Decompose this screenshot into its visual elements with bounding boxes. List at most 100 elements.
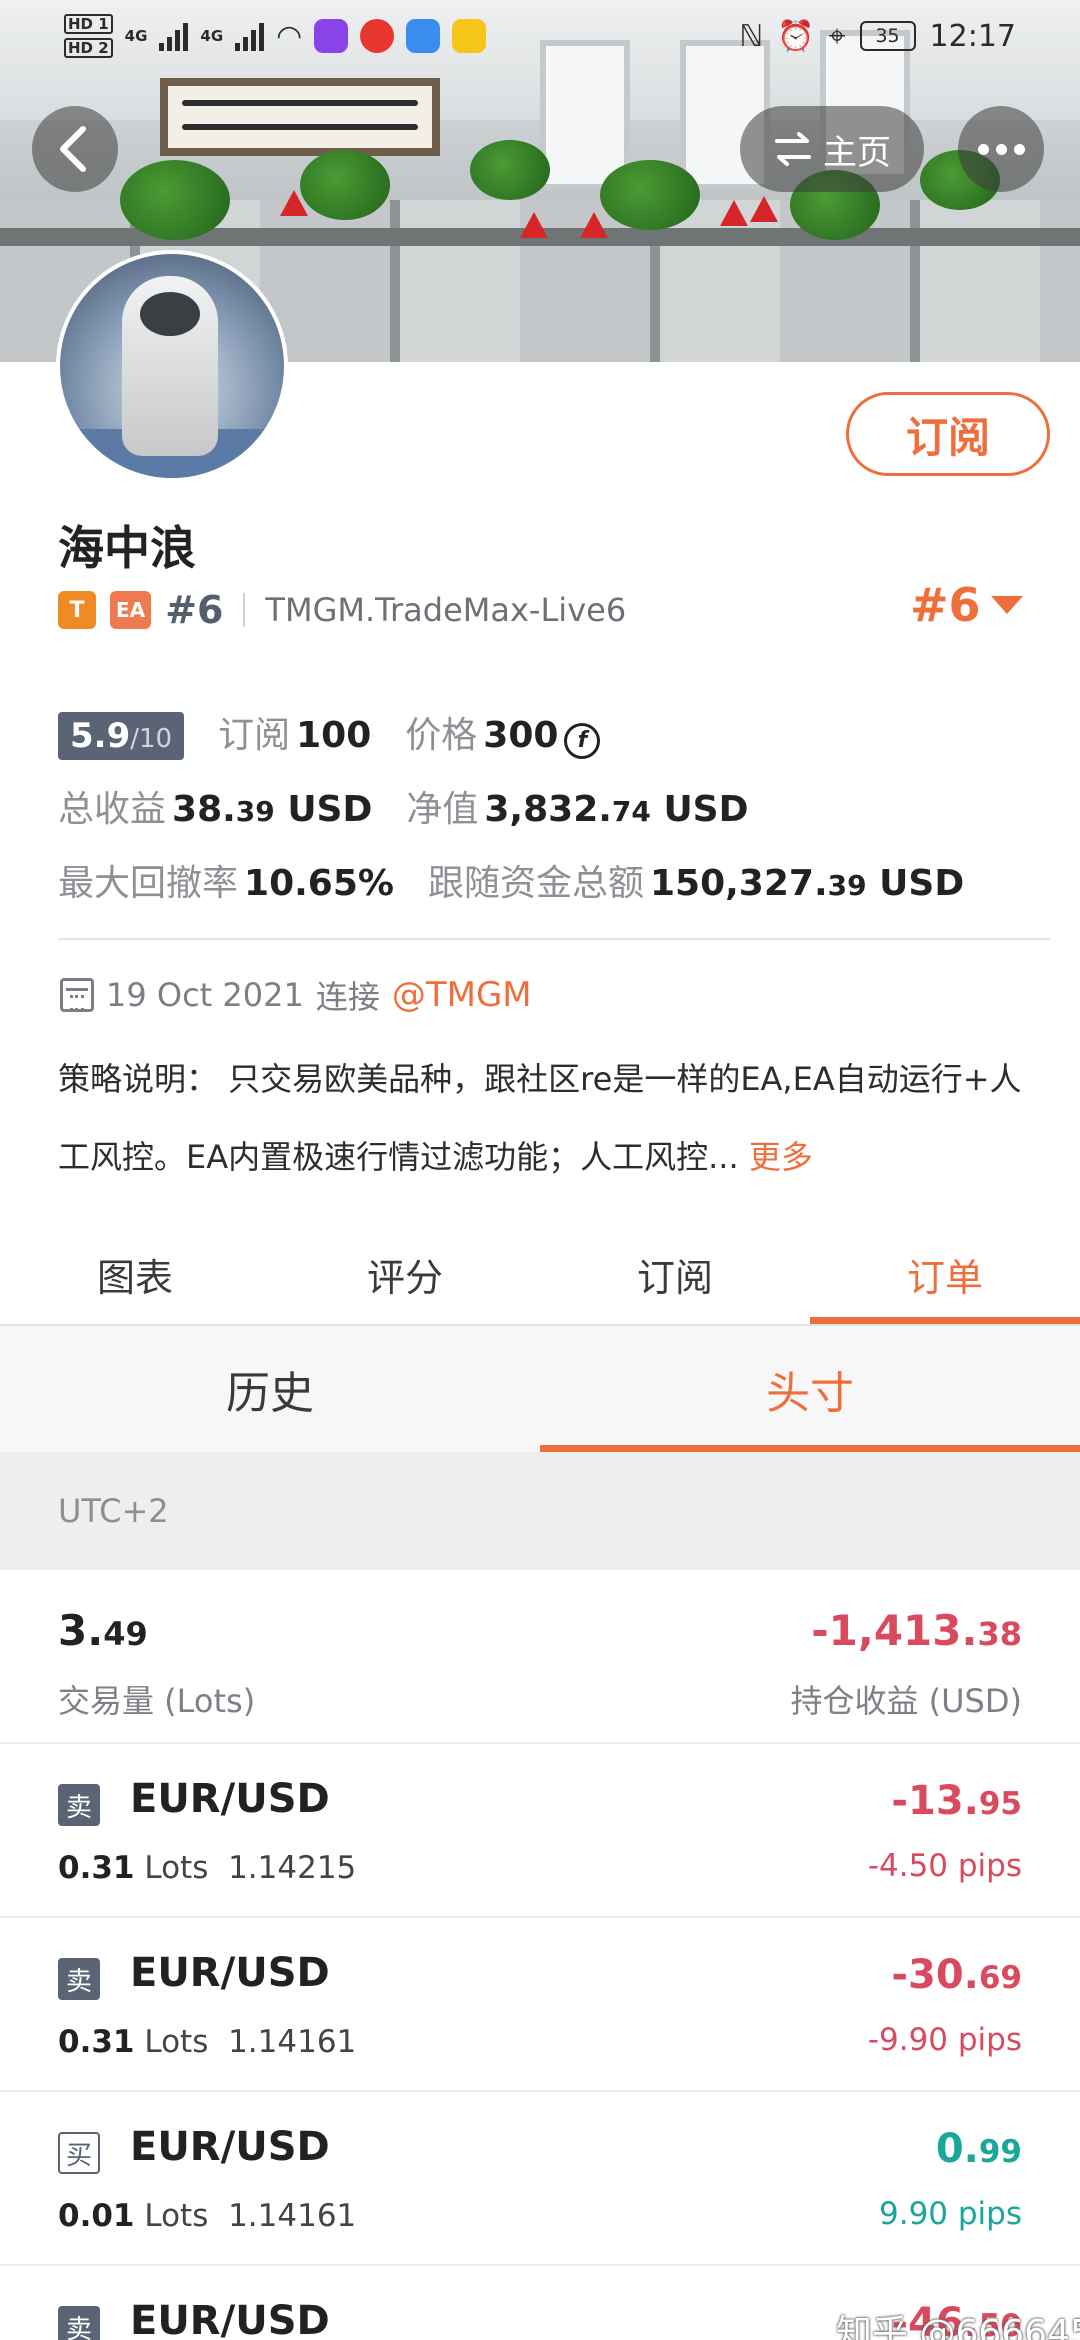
tab-chart[interactable]: 图表: [0, 1224, 270, 1324]
order-pips: -4.50 pips: [867, 1848, 1022, 1884]
rank-dropdown[interactable]: #6: [910, 578, 1023, 632]
network-type-1: 4G: [124, 27, 148, 45]
tag-t-badge: T: [58, 591, 96, 629]
stats-row-3: 最大回撤率 10.65% 跟随资金总额 150,327.39 USD: [58, 854, 964, 906]
trader-name: 海中浪: [58, 521, 196, 575]
main-tabs: 图表 评分 订阅 订单: [0, 1224, 1080, 1324]
order-profit: 0.99: [935, 2126, 1022, 2172]
timezone-label: UTC+2: [0, 1452, 1080, 1570]
follow-funds-label: 跟随资金总额: [427, 863, 644, 904]
banner-plant: [600, 160, 700, 230]
back-button[interactable]: [32, 106, 118, 192]
stats-row-2: 总收益 38.39 USD 净值 3,832.74 USD: [58, 780, 748, 832]
alarm-icon: ⏰: [777, 18, 815, 54]
location-icon: ⌖: [828, 18, 846, 54]
order-row[interactable]: 卖 EUR/USD 0.31 Lots 1.14215 -13.95 -4.50…: [0, 1744, 1080, 1918]
side-badge: 卖: [58, 1784, 100, 1826]
rank-label: #6: [165, 588, 224, 632]
broker-mention-link[interactable]: @TMGM: [392, 975, 532, 1015]
more-dot-icon: [977, 143, 989, 155]
follow-funds-value: 150,327.39 USD: [649, 863, 965, 904]
score-badge: 5.9/10: [58, 712, 185, 760]
score-value: 5.9: [70, 716, 131, 756]
hd1-indicator: HD 1: [64, 14, 113, 34]
order-symbol: EUR/USD: [130, 1950, 330, 1996]
connect-label: 连接: [315, 978, 380, 1016]
positions-summary: 3.49 交易量 (Lots) -1,413.38 持仓收益 (USD): [0, 1570, 1080, 1744]
tag-ea-badge: EA: [110, 591, 152, 629]
order-symbol: EUR/USD: [130, 2124, 330, 2170]
signal-icon: [235, 21, 265, 51]
tab-subscriptions[interactable]: 订阅: [540, 1224, 810, 1324]
order-meta: 0.01 Lots 1.14161: [58, 2198, 357, 2234]
tab-rating[interactable]: 评分: [270, 1224, 540, 1324]
equity-value: 3,832.74 USD: [484, 789, 749, 830]
chevron-left-icon: [60, 126, 86, 172]
order-subtabs: 历史 头寸: [0, 1326, 1080, 1452]
subscribe-count-label: 订阅: [218, 715, 291, 756]
banner-flag: [720, 200, 748, 226]
more-link[interactable]: 更多: [749, 1138, 813, 1176]
order-symbol: EUR/USD: [130, 2298, 330, 2340]
order-symbol: EUR/USD: [130, 1776, 330, 1822]
order-profit: -13.95: [891, 1778, 1022, 1824]
subtab-history[interactable]: 历史: [0, 1326, 540, 1452]
floating-pnl-label: 持仓收益 (USD): [790, 1682, 1022, 1720]
status-time: 12:17: [929, 18, 1016, 54]
max-drawdown-value: 10.65%: [244, 863, 394, 904]
trader-tags: T EA #6 TMGM.TradeMax-Live6: [58, 588, 626, 632]
app-notification-icon: [314, 19, 349, 53]
banner-plant: [470, 140, 550, 200]
subtab-positions[interactable]: 头寸: [540, 1326, 1080, 1452]
calendar-icon: [60, 978, 94, 1012]
banner-plant: [120, 160, 230, 240]
rank-dropdown-label: #6: [910, 578, 981, 632]
total-lots-label: 交易量 (Lots): [58, 1682, 256, 1720]
signal-icon: [159, 21, 189, 51]
total-lots-value: 3.49: [58, 1606, 148, 1655]
connect-date: 19 Oct 2021: [106, 976, 304, 1014]
swap-icon: [775, 132, 811, 166]
order-profit: -30.69: [891, 1952, 1022, 1998]
banner-calligraphy: [160, 78, 440, 156]
connect-info: 19 Oct 2021 连接 @TMGM: [60, 972, 532, 1018]
broker-account: TMGM.TradeMax-Live6: [265, 591, 627, 629]
divider: [243, 593, 246, 627]
divider: [58, 938, 1050, 940]
app-notification-icon: [452, 19, 487, 53]
floating-pnl-value: -1,413.38: [811, 1606, 1022, 1655]
side-badge: 买: [58, 2132, 100, 2174]
banner-flag: [520, 212, 548, 238]
equity-label: 净值: [406, 789, 479, 830]
strategy-description: 策略说明： 只交易欧美品种，跟社区re是一样的EA,EA自动运行+人工风控。EA…: [58, 1040, 1048, 1196]
total-profit-value: 38.39 USD: [172, 789, 373, 830]
tab-orders[interactable]: 订单: [810, 1224, 1080, 1324]
price-label: 价格: [405, 715, 478, 756]
stats-row-1: 5.9/10 订阅 100 价格 300 f: [58, 706, 601, 760]
weibo-icon: [360, 19, 395, 53]
avatar[interactable]: [56, 250, 288, 482]
caret-down-icon: [990, 596, 1023, 614]
order-meta: 0.31 Lots 1.14161: [58, 2024, 357, 2060]
order-pips: -9.90 pips: [867, 2022, 1022, 2058]
network-type-2: 4G: [200, 27, 224, 45]
home-button[interactable]: 主页: [740, 106, 924, 192]
banner-plant: [300, 150, 390, 220]
subscribe-button[interactable]: 订阅: [846, 392, 1050, 476]
order-row[interactable]: 卖 EUR/USD 0.31 Lots 1.14161 -30.69 -9.90…: [0, 1918, 1080, 2092]
message-app-icon: [406, 19, 441, 53]
nfc-icon: ℕ: [739, 18, 764, 54]
score-max: /10: [130, 724, 173, 754]
more-options-button[interactable]: [958, 106, 1044, 192]
order-pips: 9.90 pips: [879, 2196, 1022, 2232]
max-drawdown-label: 最大回撤率: [58, 863, 239, 904]
subscribe-count-value: 100: [296, 715, 372, 756]
strategy-description-text: 策略说明： 只交易欧美品种，跟社区re是一样的EA,EA自动运行+人工风控。EA…: [58, 1060, 1022, 1176]
watermark: 知乎 @6666459: [836, 2313, 1080, 2340]
order-row[interactable]: 买 EUR/USD 0.01 Lots 1.14161 0.99 9.90 pi…: [0, 2092, 1080, 2266]
banner-flag: [580, 212, 608, 238]
side-badge: 卖: [58, 2306, 100, 2340]
side-badge: 卖: [58, 1958, 100, 2000]
more-dot-icon: [995, 143, 1007, 155]
banner-flag: [280, 190, 308, 216]
